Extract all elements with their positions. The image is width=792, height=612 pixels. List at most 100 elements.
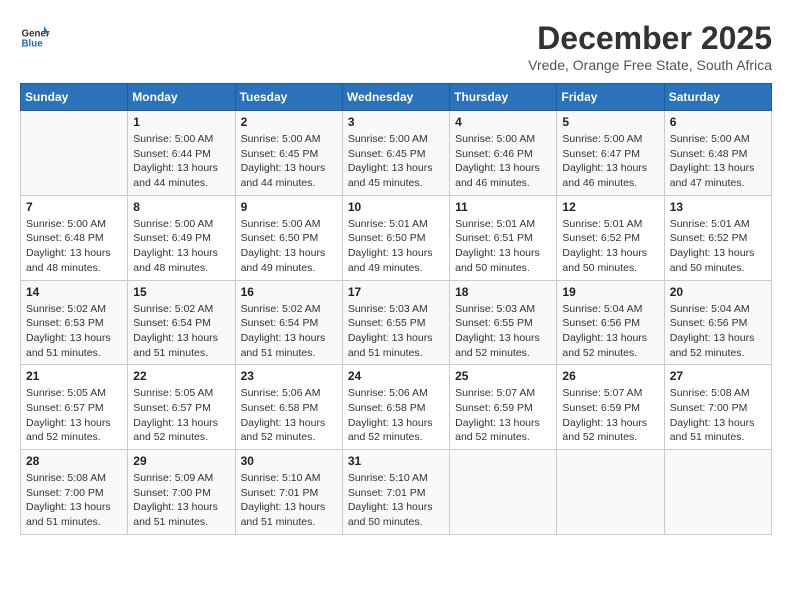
day-number: 8 xyxy=(133,200,229,214)
calendar-cell: 22 Sunrise: 5:05 AM Sunset: 6:57 PM Dayli… xyxy=(128,365,235,450)
day-info: Sunrise: 5:00 AM Sunset: 6:45 PM Dayligh… xyxy=(348,132,444,191)
day-number: 2 xyxy=(241,115,337,129)
day-number: 27 xyxy=(670,369,766,383)
day-number: 1 xyxy=(133,115,229,129)
day-info: Sunrise: 5:09 AM Sunset: 7:00 PM Dayligh… xyxy=(133,471,229,530)
day-number: 31 xyxy=(348,454,444,468)
calendar-cell xyxy=(557,450,664,535)
day-info: Sunrise: 5:07 AM Sunset: 6:59 PM Dayligh… xyxy=(455,386,551,445)
day-header-sunday: Sunday xyxy=(21,84,128,111)
day-info: Sunrise: 5:01 AM Sunset: 6:50 PM Dayligh… xyxy=(348,217,444,276)
day-header-friday: Friday xyxy=(557,84,664,111)
calendar-cell: 26 Sunrise: 5:07 AM Sunset: 6:59 PM Dayli… xyxy=(557,365,664,450)
calendar-cell: 28 Sunrise: 5:08 AM Sunset: 7:00 PM Dayli… xyxy=(21,450,128,535)
day-info: Sunrise: 5:00 AM Sunset: 6:46 PM Dayligh… xyxy=(455,132,551,191)
calendar-cell: 6Sunrise: 5:00 AM Sunset: 6:48 PM Daylig… xyxy=(664,111,771,196)
day-number: 14 xyxy=(26,285,122,299)
day-info: Sunrise: 5:06 AM Sunset: 6:58 PM Dayligh… xyxy=(348,386,444,445)
calendar-cell: 31Sunrise: 5:10 AM Sunset: 7:01 PM Dayli… xyxy=(342,450,449,535)
day-info: Sunrise: 5:04 AM Sunset: 6:56 PM Dayligh… xyxy=(670,302,766,361)
calendar-cell: 15Sunrise: 5:02 AM Sunset: 6:54 PM Dayli… xyxy=(128,280,235,365)
day-number: 16 xyxy=(241,285,337,299)
calendar-cell: 24 Sunrise: 5:06 AM Sunset: 6:58 PM Dayli… xyxy=(342,365,449,450)
calendar-cell: 2 Sunrise: 5:00 AM Sunset: 6:45 PM Daylig… xyxy=(235,111,342,196)
day-info: Sunrise: 5:10 AM Sunset: 7:01 PM Dayligh… xyxy=(241,471,337,530)
calendar-cell: 5 Sunrise: 5:00 AM Sunset: 6:47 PM Daylig… xyxy=(557,111,664,196)
day-info: Sunrise: 5:01 AM Sunset: 6:52 PM Dayligh… xyxy=(670,217,766,276)
calendar-cell: 21Sunrise: 5:05 AM Sunset: 6:57 PM Dayli… xyxy=(21,365,128,450)
day-info: Sunrise: 5:06 AM Sunset: 6:58 PM Dayligh… xyxy=(241,386,337,445)
day-info: Sunrise: 5:00 AM Sunset: 6:48 PM Dayligh… xyxy=(26,217,122,276)
day-header-saturday: Saturday xyxy=(664,84,771,111)
title-block: December 2025 Vrede, Orange Free State, … xyxy=(528,20,772,73)
logo: General Blue xyxy=(20,20,54,50)
calendar-cell: 9 Sunrise: 5:00 AM Sunset: 6:50 PM Daylig… xyxy=(235,195,342,280)
day-header-wednesday: Wednesday xyxy=(342,84,449,111)
calendar-cell: 18Sunrise: 5:03 AM Sunset: 6:55 PM Dayli… xyxy=(450,280,557,365)
day-number: 4 xyxy=(455,115,551,129)
day-header-tuesday: Tuesday xyxy=(235,84,342,111)
calendar-cell xyxy=(21,111,128,196)
day-number: 21 xyxy=(26,369,122,383)
page-header: General Blue December 2025 Vrede, Orange… xyxy=(20,20,772,73)
day-info: Sunrise: 5:00 AM Sunset: 6:48 PM Dayligh… xyxy=(670,132,766,191)
calendar-cell: 7 Sunrise: 5:00 AM Sunset: 6:48 PM Daylig… xyxy=(21,195,128,280)
calendar-cell: 19 Sunrise: 5:04 AM Sunset: 6:56 PM Dayli… xyxy=(557,280,664,365)
calendar-cell: 20 Sunrise: 5:04 AM Sunset: 6:56 PM Dayli… xyxy=(664,280,771,365)
calendar-cell: 3Sunrise: 5:00 AM Sunset: 6:45 PM Daylig… xyxy=(342,111,449,196)
day-info: Sunrise: 5:00 AM Sunset: 6:50 PM Dayligh… xyxy=(241,217,337,276)
calendar-week-5: 28 Sunrise: 5:08 AM Sunset: 7:00 PM Dayli… xyxy=(21,450,772,535)
day-info: Sunrise: 5:01 AM Sunset: 6:52 PM Dayligh… xyxy=(562,217,658,276)
day-number: 23 xyxy=(241,369,337,383)
day-number: 29 xyxy=(133,454,229,468)
day-info: Sunrise: 5:03 AM Sunset: 6:55 PM Dayligh… xyxy=(455,302,551,361)
day-number: 5 xyxy=(562,115,658,129)
day-info: Sunrise: 5:05 AM Sunset: 6:57 PM Dayligh… xyxy=(133,386,229,445)
day-number: 10 xyxy=(348,200,444,214)
day-number: 15 xyxy=(133,285,229,299)
day-info: Sunrise: 5:08 AM Sunset: 7:00 PM Dayligh… xyxy=(670,386,766,445)
day-number: 26 xyxy=(562,369,658,383)
day-number: 22 xyxy=(133,369,229,383)
day-number: 7 xyxy=(26,200,122,214)
calendar-cell: 8 Sunrise: 5:00 AM Sunset: 6:49 PM Daylig… xyxy=(128,195,235,280)
day-header-thursday: Thursday xyxy=(450,84,557,111)
day-number: 20 xyxy=(670,285,766,299)
day-info: Sunrise: 5:01 AM Sunset: 6:51 PM Dayligh… xyxy=(455,217,551,276)
day-info: Sunrise: 5:00 AM Sunset: 6:49 PM Dayligh… xyxy=(133,217,229,276)
calendar-cell: 30Sunrise: 5:10 AM Sunset: 7:01 PM Dayli… xyxy=(235,450,342,535)
calendar-table: SundayMondayTuesdayWednesdayThursdayFrid… xyxy=(20,83,772,535)
day-info: Sunrise: 5:03 AM Sunset: 6:55 PM Dayligh… xyxy=(348,302,444,361)
day-number: 9 xyxy=(241,200,337,214)
calendar-cell: 17Sunrise: 5:03 AM Sunset: 6:55 PM Dayli… xyxy=(342,280,449,365)
logo-icon: General Blue xyxy=(20,20,50,50)
day-number: 12 xyxy=(562,200,658,214)
calendar-header: SundayMondayTuesdayWednesdayThursdayFrid… xyxy=(21,84,772,111)
calendar-cell: 14Sunrise: 5:02 AM Sunset: 6:53 PM Dayli… xyxy=(21,280,128,365)
day-info: Sunrise: 5:07 AM Sunset: 6:59 PM Dayligh… xyxy=(562,386,658,445)
day-number: 11 xyxy=(455,200,551,214)
day-header-monday: Monday xyxy=(128,84,235,111)
location: Vrede, Orange Free State, South Africa xyxy=(528,57,772,73)
day-number: 24 xyxy=(348,369,444,383)
day-info: Sunrise: 5:00 AM Sunset: 6:47 PM Dayligh… xyxy=(562,132,658,191)
day-number: 19 xyxy=(562,285,658,299)
calendar-week-4: 21 Sunrise: 5:05 AM Sunset: 6:57 PM Dayli… xyxy=(21,365,772,450)
svg-text:Blue: Blue xyxy=(22,38,44,49)
day-number: 28 xyxy=(26,454,122,468)
day-info: Sunrise: 5:04 AM Sunset: 6:56 PM Dayligh… xyxy=(562,302,658,361)
calendar-cell: 27 Sunrise: 5:08 AM Sunset: 7:00 PM Dayli… xyxy=(664,365,771,450)
day-number: 13 xyxy=(670,200,766,214)
day-info: Sunrise: 5:02 AM Sunset: 6:54 PM Dayligh… xyxy=(241,302,337,361)
month-title: December 2025 xyxy=(528,20,772,57)
calendar-cell: 10 Sunrise: 5:01 AM Sunset: 6:50 PM Dayli… xyxy=(342,195,449,280)
day-info: Sunrise: 5:00 AM Sunset: 6:45 PM Dayligh… xyxy=(241,132,337,191)
calendar-cell xyxy=(664,450,771,535)
day-info: Sunrise: 5:08 AM Sunset: 7:00 PM Dayligh… xyxy=(26,471,122,530)
calendar-cell: 23 Sunrise: 5:06 AM Sunset: 6:58 PM Dayli… xyxy=(235,365,342,450)
calendar-cell: 29 Sunrise: 5:09 AM Sunset: 7:00 PM Dayli… xyxy=(128,450,235,535)
calendar-cell: 12 Sunrise: 5:01 AM Sunset: 6:52 PM Dayli… xyxy=(557,195,664,280)
calendar-cell: 25Sunrise: 5:07 AM Sunset: 6:59 PM Dayli… xyxy=(450,365,557,450)
calendar-cell: 13 Sunrise: 5:01 AM Sunset: 6:52 PM Dayli… xyxy=(664,195,771,280)
calendar-week-2: 7 Sunrise: 5:00 AM Sunset: 6:48 PM Daylig… xyxy=(21,195,772,280)
